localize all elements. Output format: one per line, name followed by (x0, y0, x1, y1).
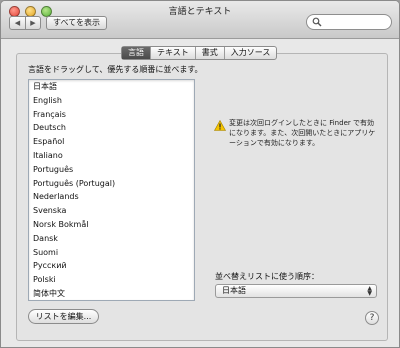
language-item[interactable]: Italiano (29, 149, 194, 163)
language-item[interactable]: Norsk Bokmål (29, 218, 194, 232)
language-item[interactable]: Dansk (29, 232, 194, 246)
magnifier-icon (312, 17, 322, 27)
back-arrow-icon: ◀ (14, 19, 21, 27)
language-item[interactable]: 简体中文 (29, 287, 194, 300)
title-bar: 言語とテキスト ◀ ▶ すべてを表示 (1, 1, 399, 39)
help-button[interactable]: ? (365, 311, 379, 325)
back-button[interactable]: ◀ (10, 17, 25, 29)
sort-order-value: 日本語 (222, 286, 246, 295)
tab-input-sources[interactable]: 入力ソース (223, 47, 277, 59)
language-item[interactable]: Español (29, 135, 194, 149)
language-item[interactable]: Svenska (29, 204, 194, 218)
language-item[interactable]: Nederlands (29, 190, 194, 204)
sort-order-label: 並べ替えリストに使う順序： (215, 272, 319, 281)
language-list[interactable]: 日本語 English Français Deutsch Español Ita… (28, 79, 195, 301)
tab-formats[interactable]: 書式 (194, 47, 224, 59)
warning-icon (214, 120, 226, 131)
language-item[interactable]: Português (29, 163, 194, 177)
preferences-window: 言語とテキスト ◀ ▶ すべてを表示 言語 テキスト 書式 入力ソース 言語をド… (0, 0, 400, 348)
language-item[interactable]: Português (Portugal) (29, 177, 194, 191)
language-item[interactable]: Suomi (29, 246, 194, 260)
restart-notice: 変更は次回ログインしたときに Finder で有効になります。また、次回開いたと… (229, 119, 376, 147)
language-item[interactable]: Русский (29, 259, 194, 273)
language-item[interactable]: Polski (29, 273, 194, 287)
tab-text[interactable]: テキスト (150, 47, 195, 59)
sort-order-select[interactable]: 日本語 ▲ ▼ (215, 284, 377, 298)
language-instruction: 言語をドラッグして、優先する順番に並べます。 (28, 65, 203, 74)
tab-bar: 言語 テキスト 書式 入力ソース (121, 46, 278, 60)
edit-list-button[interactable]: リストを編集... (28, 309, 99, 324)
forward-arrow-icon: ▶ (30, 19, 36, 27)
search-field[interactable] (306, 14, 392, 30)
language-item[interactable]: Français (29, 108, 194, 122)
select-arrows-icon: ▲ ▼ (367, 285, 372, 297)
language-item[interactable]: English (29, 94, 194, 108)
language-item[interactable]: 日本語 (29, 80, 194, 94)
back-forward-group: ◀ ▶ (9, 16, 41, 30)
language-item[interactable]: Deutsch (29, 121, 194, 135)
tab-language[interactable]: 言語 (122, 47, 150, 59)
show-all-button[interactable]: すべてを表示 (46, 16, 107, 30)
forward-button[interactable]: ▶ (25, 17, 40, 29)
